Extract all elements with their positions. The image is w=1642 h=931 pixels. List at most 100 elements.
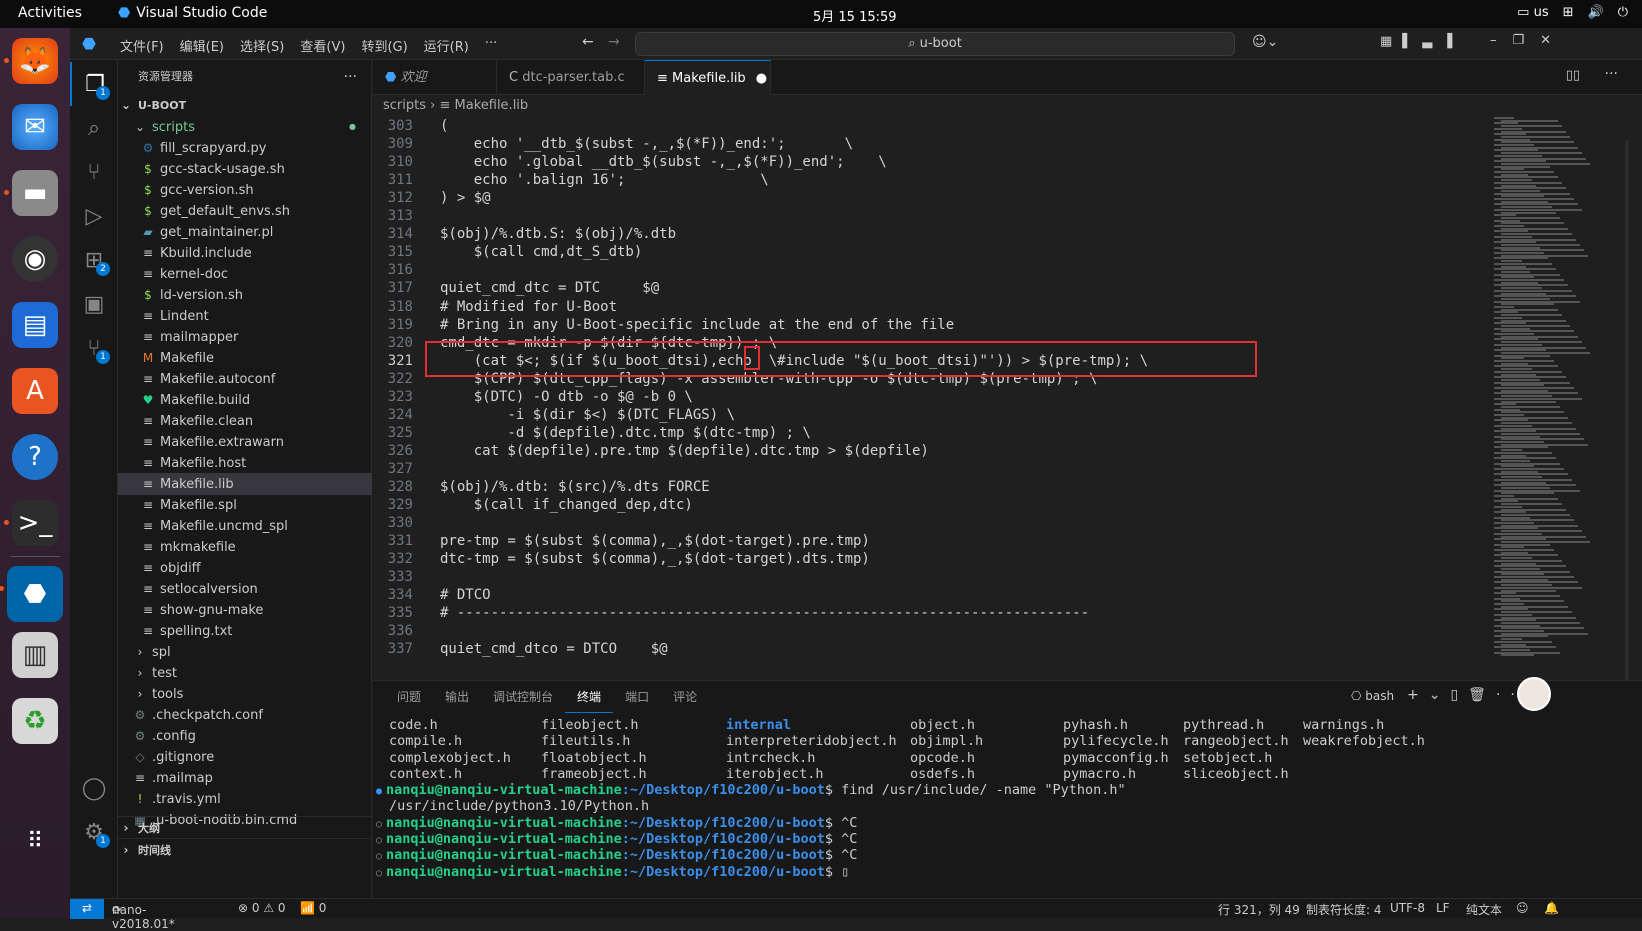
language-mode[interactable]: 纯文本 [1466, 901, 1502, 918]
explorer-icon[interactable]: ❐ 1 [70, 62, 118, 106]
extensions-icon[interactable]: ⊞ 2 [70, 238, 118, 282]
show-apps-icon[interactable]: ⠿ [12, 818, 58, 864]
folder-item[interactable]: ⌄ scripts ● [118, 116, 372, 138]
rhythmbox-icon[interactable]: ◉ [12, 236, 58, 282]
code-line[interactable]: 330 [373, 514, 1473, 533]
tab-output[interactable]: 输出 [433, 681, 481, 713]
copilot-status-icon[interactable]: ☺ [1516, 901, 1529, 915]
code-line[interactable]: 310 echo '.global __dtb_$(subst -,_,$(*F… [373, 153, 1473, 172]
file-item[interactable]: ≡ mailmapper [118, 326, 372, 348]
editor-more-icon[interactable]: ··· [1605, 66, 1618, 82]
file-item[interactable]: ⚙ .config [118, 725, 372, 747]
file-item[interactable]: ≡ mkmakefile [118, 536, 372, 558]
back-arrow-icon[interactable]: ← [582, 34, 594, 50]
remote-indicator-icon[interactable]: ⇄ [70, 899, 104, 919]
settings-gear-icon[interactable]: ⚙ 1 [70, 810, 118, 854]
window-controls[interactable]: –❐✕ [1490, 33, 1567, 48]
menu-more[interactable]: ··· [477, 36, 505, 55]
file-item[interactable]: ≡ Makefile.uncmd_spl [118, 515, 372, 537]
code-view[interactable]: 303 (309 echo '__dtb_$(subst -,_,$(*F))_e… [373, 117, 1473, 680]
code-line[interactable]: 321 (cat $<; $(if $(u_boot_dtsi),echo \#… [373, 352, 1473, 371]
copilot-icon[interactable]: ☺⌄ [1252, 34, 1278, 50]
tab-welcome[interactable]: ⬣ 欢迎 [373, 60, 497, 95]
file-item[interactable]: ≡ Lindent [118, 305, 372, 327]
editor-scrollbar[interactable] [1625, 140, 1629, 680]
file-item[interactable]: ≡ Makefile.autoconf [118, 368, 372, 390]
file-item[interactable]: ◇ .gitignore [118, 746, 372, 768]
ports-count[interactable]: 📶 0 [300, 901, 326, 915]
power-icon[interactable]: ⏻ [1618, 5, 1628, 20]
writer-icon[interactable]: ▤ [12, 302, 58, 348]
tab-ports[interactable]: 端口 [613, 681, 661, 713]
file-item[interactable]: ≡ objdiff [118, 557, 372, 579]
code-line[interactable]: 333 [373, 568, 1473, 587]
code-line[interactable]: 320 cmd_dtc = mkdir -p $(dir ${dtc-tmp}) … [373, 334, 1473, 353]
minimap[interactable] [1488, 117, 1608, 680]
code-line[interactable]: 318 # Modified for U-Boot [373, 298, 1473, 317]
file-item[interactable]: ≡ .mailmap [118, 767, 372, 789]
code-line[interactable]: 309 echo '__dtb_$(subst -,_,$(*F))_end:'… [373, 135, 1473, 154]
file-item[interactable]: ≡ Makefile.clean [118, 410, 372, 432]
app-center-icon[interactable]: A [12, 368, 58, 414]
git-graph-icon[interactable]: ⑂ 1 [70, 326, 118, 370]
file-item[interactable]: $ ld-version.sh [118, 284, 372, 306]
outline-section[interactable]: › 大纲 [118, 816, 372, 838]
firefox-icon[interactable]: 🦊 [4, 38, 58, 84]
files-icon[interactable]: ▬ [4, 170, 58, 216]
menu-run[interactable]: 运行(R) [416, 36, 477, 55]
code-line[interactable]: 312) > $@ [373, 189, 1473, 208]
layout-controls[interactable]: ▦▌▃▐ [1380, 34, 1462, 49]
split-editor-icon[interactable]: ▯▯ [1566, 68, 1580, 83]
code-line[interactable]: 317 quiet_cmd_dtc = DTC $@ [373, 279, 1473, 298]
code-line[interactable]: 331 pre-tmp = $(subst $(comma),_,$(dot-ta… [373, 532, 1473, 551]
system-tray[interactable]: ▭ us ⊞ 🔊 ⏻ [1517, 5, 1628, 20]
forward-arrow-icon[interactable]: → [608, 34, 620, 50]
problems-count[interactable]: ⊗ 0 ⚠ 0 [238, 901, 286, 915]
menu-view[interactable]: 查看(V) [292, 36, 353, 55]
notifications-icon[interactable]: 🔔 [1544, 901, 1559, 915]
code-line[interactable]: 335 # -----------------------------------… [373, 604, 1473, 623]
terminal-shell-selector[interactable]: ⎔ bash [1351, 689, 1394, 703]
menu-edit[interactable]: 编辑(E) [172, 36, 232, 55]
vscode-dock-icon[interactable]: ⬣ [0, 566, 63, 622]
clock[interactable]: 5月 15 15:59 [813, 6, 897, 25]
file-item[interactable]: ≡ Kbuild.include [118, 242, 372, 264]
explorer-more-button[interactable]: ··· [344, 60, 357, 94]
code-line[interactable]: 334 # DTCO [373, 586, 1473, 605]
file-item[interactable]: ≡ spelling.txt [118, 620, 372, 642]
thunderbird-icon[interactable]: ✉ [12, 104, 58, 150]
code-line[interactable]: 313 [373, 207, 1473, 226]
run-debug-icon[interactable]: ▷ [70, 194, 118, 238]
network-icon[interactable]: ⊞ [1563, 5, 1574, 20]
menu-selection[interactable]: 选择(S) [232, 36, 292, 55]
folder-item[interactable]: › spl [118, 641, 372, 663]
text-editor-icon[interactable]: ▥ [12, 632, 58, 678]
file-item[interactable]: ≡ setlocalversion [118, 578, 372, 600]
line-ending[interactable]: LF [1436, 901, 1450, 915]
code-line[interactable]: 327 [373, 460, 1473, 479]
tab-makefile-lib[interactable]: ≡ Makefile.lib ● [645, 60, 771, 95]
code-line[interactable]: 336 [373, 622, 1473, 641]
code-line[interactable]: 328 $(obj)/%.dtb: $(src)/%.dts FORCE [373, 478, 1473, 497]
file-item[interactable]: $ get_default_envs.sh [118, 200, 372, 222]
keyboard-layout[interactable]: ▭ us [1517, 5, 1548, 20]
code-line[interactable]: 316 [373, 261, 1473, 280]
code-line[interactable]: 326 cat $(depfile).pre.tmp $(depfile).dt… [373, 442, 1473, 461]
file-item[interactable]: ≡ Makefile.spl [118, 494, 372, 516]
avatar[interactable] [1517, 677, 1551, 711]
cursor-position[interactable]: 行 321，列 49 [1218, 901, 1300, 918]
file-item[interactable]: ≡ kernel-doc [118, 263, 372, 285]
terminal-icon[interactable]: >_ [4, 500, 58, 546]
code-line[interactable]: 319 # Bring in any U-Boot-specific includ… [373, 316, 1473, 335]
code-line[interactable]: 337 quiet_cmd_dtco = DTCO $@ [373, 640, 1473, 659]
file-item[interactable]: ⚙ .checkpatch.conf [118, 704, 372, 726]
account-icon[interactable]: ◯ [70, 766, 118, 810]
file-item[interactable]: ≡ show-gnu-make [118, 599, 372, 621]
tab-debug-console[interactable]: 调试控制台 [481, 681, 565, 713]
code-line[interactable]: 303 ( [373, 117, 1473, 136]
file-item[interactable]: $ gcc-version.sh [118, 179, 372, 201]
code-line[interactable]: 314 $(obj)/%.dtb.S: $(obj)/%.dtb [373, 225, 1473, 244]
search-view-icon[interactable]: ⌕ [70, 106, 118, 150]
help-icon[interactable]: ? [12, 434, 58, 480]
file-item[interactable]: ♥ Makefile.build [118, 389, 372, 411]
